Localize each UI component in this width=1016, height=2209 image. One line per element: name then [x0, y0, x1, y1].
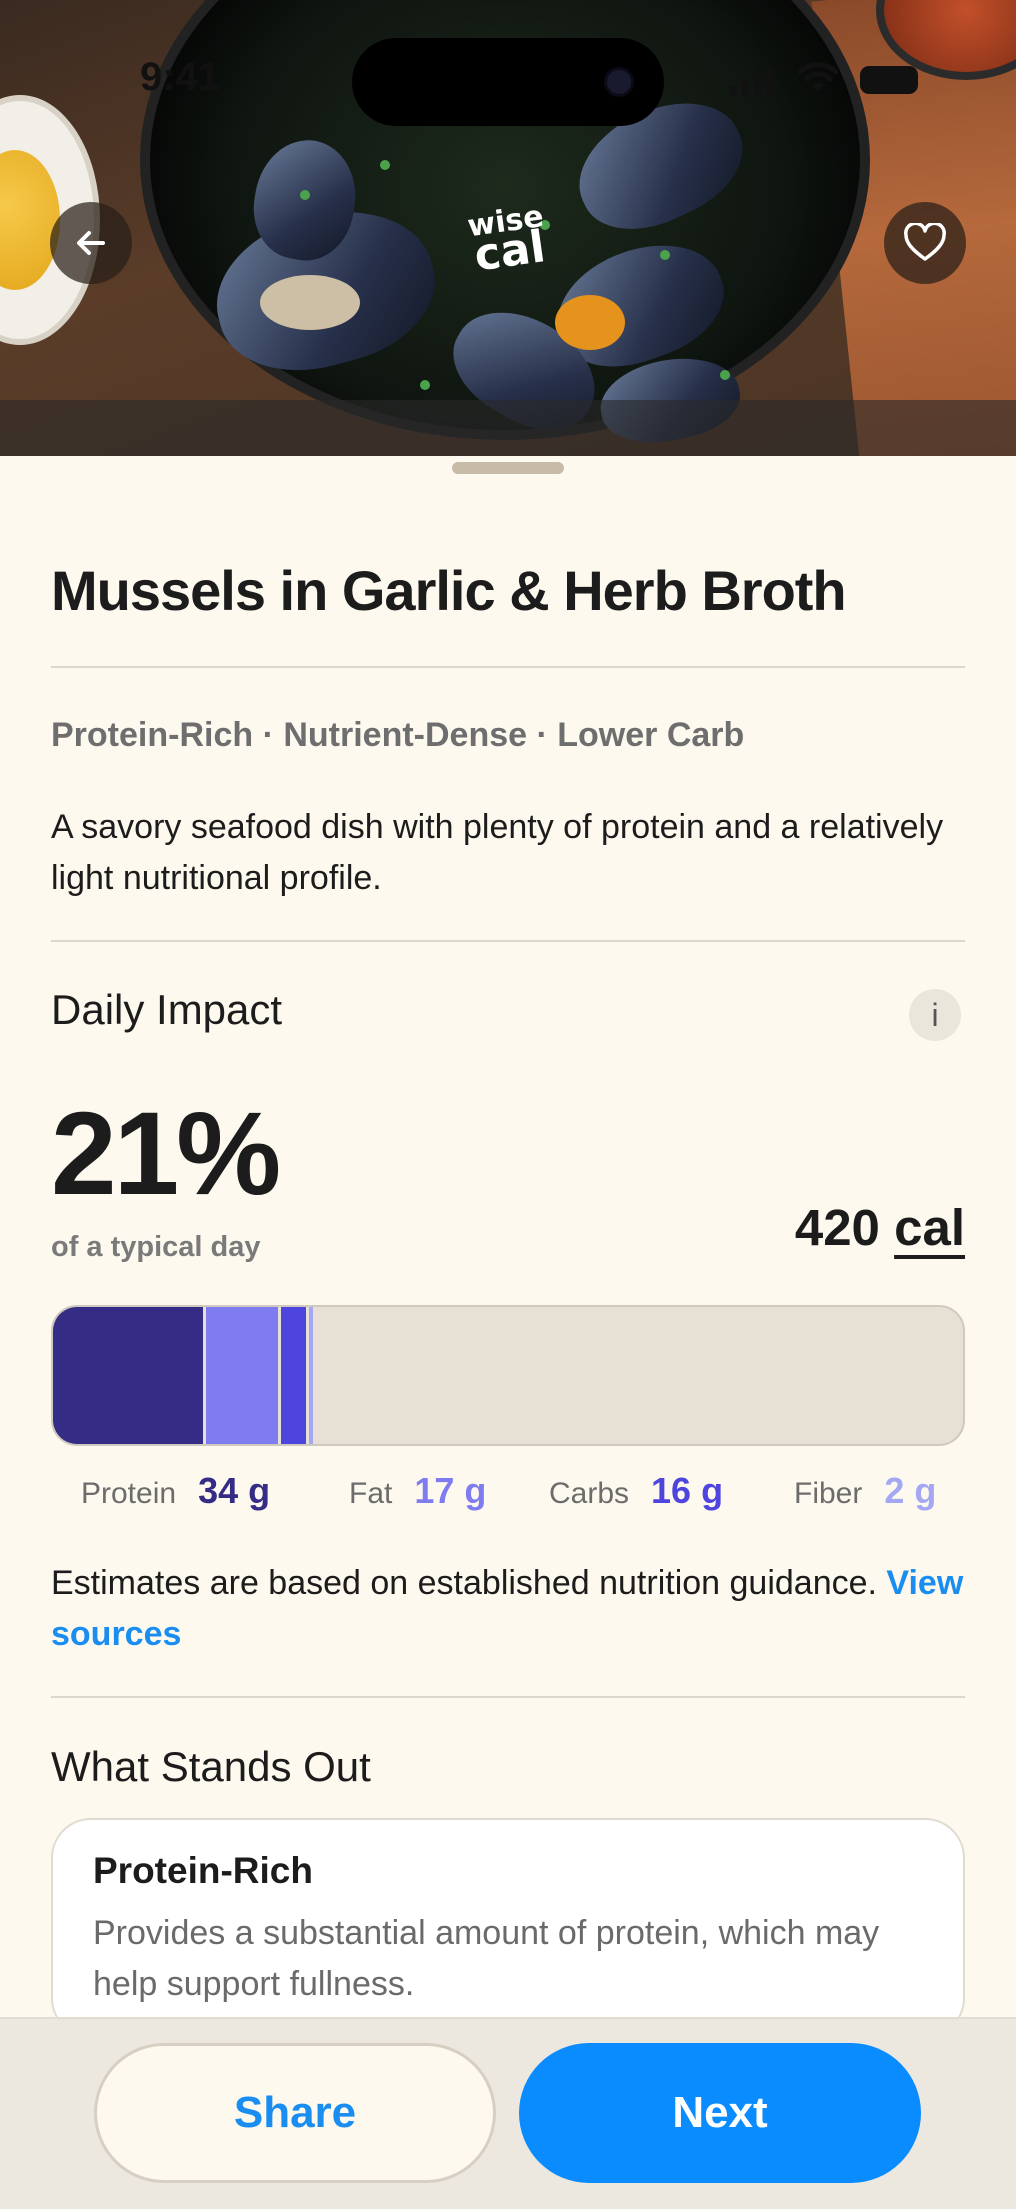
macro-fat: Fat 17 g [349, 1470, 486, 1512]
estimate-note: Estimates are based on established nutri… [51, 1558, 965, 1660]
macro-bar [51, 1305, 965, 1446]
calories-unit[interactable]: cal [894, 1199, 965, 1256]
sheet-grabber[interactable] [452, 462, 564, 474]
recipe-title: Mussels in Garlic & Herb Broth [51, 559, 847, 622]
status-time: 9:41 [140, 55, 221, 99]
daily-percent: 21% [51, 1088, 281, 1220]
highlight-card: Protein-Rich Provides a substantial amou… [51, 1818, 965, 2038]
daily-impact-heading: Daily Impact [51, 986, 283, 1033]
macro-protein: Protein 34 g [81, 1470, 270, 1512]
macro-label: Carbs [549, 1477, 630, 1510]
macro-value: 2 g [884, 1470, 937, 1511]
highlight-card-title: Protein-Rich [93, 1850, 313, 1891]
macro-bar-segment-carbs [281, 1307, 309, 1444]
macro-value: 17 g [414, 1470, 487, 1511]
macro-bar-segment-fiber [309, 1307, 313, 1444]
dynamic-island [352, 38, 664, 126]
macro-label: Fiber [794, 1477, 863, 1510]
info-icon: i [931, 997, 939, 1033]
status-bar: 9:41 [0, 0, 1016, 130]
next-button[interactable]: Next [519, 2043, 921, 2183]
macro-bar-segment-fat [206, 1307, 281, 1444]
calories: 420 cal [795, 1198, 965, 1257]
macro-fiber: Fiber 2 g [794, 1470, 936, 1512]
info-button[interactable]: i [909, 989, 961, 1041]
macro-bar-segment-protein [53, 1307, 206, 1444]
calories-value: 420 [794, 1199, 880, 1256]
arrow-left-icon [77, 231, 105, 255]
share-button[interactable]: Share [94, 2043, 496, 2183]
back-button[interactable] [50, 202, 132, 284]
macro-value: 34 g [198, 1470, 271, 1511]
recipe-tags: Protein-Rich · Nutrient-Dense · Lower Ca… [51, 716, 745, 754]
divider [51, 1696, 965, 1698]
divider [51, 666, 965, 668]
heart-icon [904, 223, 946, 261]
macro-value: 16 g [651, 1470, 724, 1511]
estimate-text: Estimates are based on established nutri… [51, 1564, 877, 1602]
signal-icon [730, 66, 773, 96]
wisecal-logo: wise cal [465, 199, 549, 282]
highlight-card-desc: Provides a substantial amount of protein… [93, 1914, 880, 2003]
macro-label: Protein [81, 1477, 177, 1510]
what-stands-out-heading: What Stands Out [51, 1743, 371, 1790]
wifi-icon [798, 62, 838, 92]
battery-icon [860, 66, 918, 94]
favorite-button[interactable] [884, 202, 966, 284]
macro-label: Fat [349, 1477, 393, 1510]
divider [51, 940, 965, 942]
macro-carbs: Carbs 16 g [549, 1470, 723, 1512]
recipe-description: A savory seafood dish with plenty of pro… [51, 808, 944, 897]
macro-legend: Protein 34 g Fat 17 g Carbs 16 g Fiber 2… [51, 1470, 965, 1520]
